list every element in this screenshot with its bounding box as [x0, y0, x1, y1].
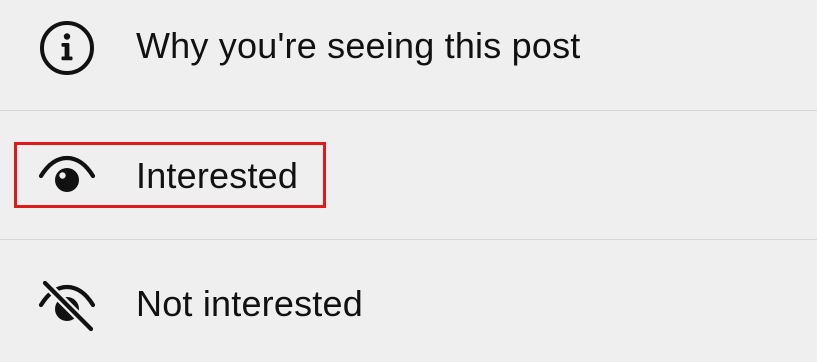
menu-item-interested[interactable]: Interested — [0, 122, 817, 230]
menu-item-label: Not interested — [136, 283, 363, 324]
divider — [0, 239, 817, 240]
menu-item-why-seeing-post[interactable]: Why you're seeing this post — [0, 0, 817, 100]
divider — [0, 110, 817, 111]
menu-item-not-interested[interactable]: Not interested — [0, 250, 817, 358]
eye-icon — [36, 145, 98, 207]
menu-item-label: Why you're seeing this post — [136, 25, 581, 66]
menu-item-label: Interested — [136, 155, 299, 196]
post-options-menu: Why you're seeing this post Interested N… — [0, 0, 817, 362]
info-icon — [36, 17, 98, 79]
eye-slash-icon — [36, 274, 98, 336]
